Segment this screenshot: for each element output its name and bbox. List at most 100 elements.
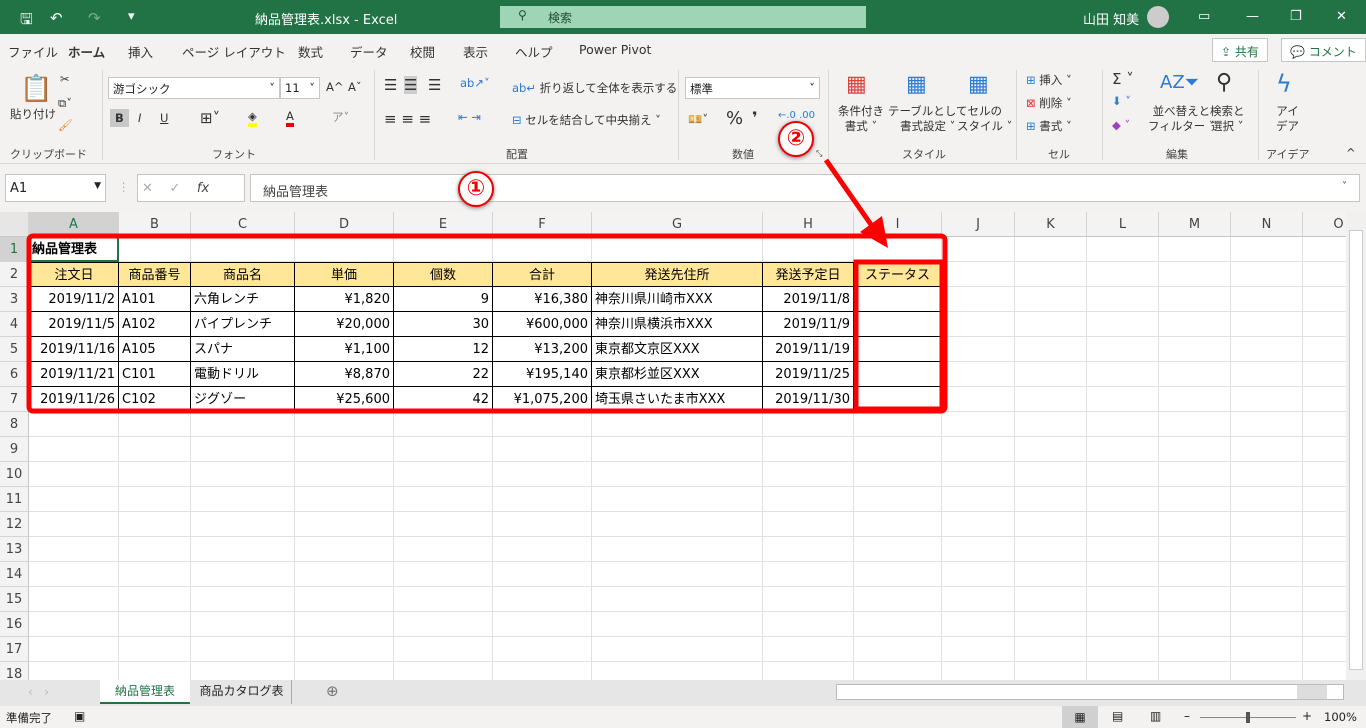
underline-button[interactable]: U xyxy=(160,111,168,125)
header-cell-8[interactable]: 発送予定日 xyxy=(763,262,854,287)
table-cell[interactable]: 神奈川県川崎市XXX xyxy=(592,287,763,312)
clear-icon[interactable]: ◆ ˅ xyxy=(1112,118,1130,132)
header-cell-7[interactable]: 発送先住所 xyxy=(592,262,763,287)
tab-view[interactable]: 表示 xyxy=(463,42,488,61)
table-cell[interactable]: 2019/11/26 xyxy=(29,387,119,412)
table-cell[interactable]: 電動ドリル xyxy=(191,362,295,387)
insert-function-icon[interactable]: fx xyxy=(197,181,209,196)
tab-power-pivot[interactable]: Power Pivot xyxy=(579,42,651,57)
fill-color-icon[interactable]: ◈ xyxy=(248,109,257,127)
header-cell-1[interactable]: 注文日 xyxy=(29,262,119,287)
column-header-H[interactable]: H xyxy=(763,212,854,237)
tab-insert[interactable]: 挿入 xyxy=(128,42,153,61)
column-header-I[interactable]: I xyxy=(854,212,942,237)
column-header-N[interactable]: N xyxy=(1231,212,1303,237)
zoom-slider[interactable] xyxy=(1200,712,1296,723)
table-cell[interactable]: A101 xyxy=(119,287,191,312)
table-cell[interactable]: ジグゾー xyxy=(191,387,295,412)
align-left-icon[interactable]: ≡ ≡ ≡ xyxy=(384,110,431,128)
header-cell-9[interactable]: ステータス xyxy=(854,262,942,287)
bold-button[interactable]: B xyxy=(110,109,129,127)
redo-icon[interactable]: ↷ xyxy=(88,9,101,27)
row-header-1[interactable]: 1 xyxy=(0,237,29,262)
row-header-4[interactable]: 4 xyxy=(0,312,29,337)
normal-view-icon[interactable]: ▦ xyxy=(1062,706,1098,728)
horizontal-scrollbar[interactable] xyxy=(836,684,1344,700)
search-box[interactable]: ⚲ 検索 xyxy=(500,6,866,28)
table-cell[interactable]: ¥600,000 xyxy=(493,312,592,337)
row-header-7[interactable]: 7 xyxy=(0,387,29,412)
table-cell[interactable]: ¥13,200 xyxy=(493,337,592,362)
phonetic-icon[interactable]: ア˅ xyxy=(332,109,349,125)
table-cell[interactable]: ¥1,820 xyxy=(295,287,394,312)
conditional-format-icon[interactable]: ▦ xyxy=(846,72,867,97)
sheet-nav-arrows[interactable]: ‹ › xyxy=(28,685,49,699)
table-cell[interactable]: 9 xyxy=(394,287,493,312)
format-as-table-icon[interactable]: ▦ xyxy=(906,72,927,97)
column-header-G[interactable]: G xyxy=(592,212,763,237)
enter-icon[interactable]: ✓ xyxy=(169,181,180,196)
table-cell[interactable]: 2019/11/2 xyxy=(29,287,119,312)
borders-icon[interactable]: ⊞˅ xyxy=(200,109,220,127)
sort-filter-button[interactable]: 並べ替えと フィルター ˅ xyxy=(1148,104,1215,134)
table-cell[interactable]: 2019/11/16 xyxy=(29,337,119,362)
table-cell[interactable]: 22 xyxy=(394,362,493,387)
font-color-icon[interactable]: A xyxy=(286,109,294,127)
cell-styles-button[interactable]: セルの スタイル ˅ xyxy=(957,104,1012,134)
table-cell[interactable]: ¥20,000 xyxy=(295,312,394,337)
align-bottom-icon[interactable]: ☰ xyxy=(428,76,441,94)
row-header-12[interactable]: 12 xyxy=(0,512,29,537)
row-header-11[interactable]: 11 xyxy=(0,487,29,512)
table-cell[interactable] xyxy=(854,312,942,337)
share-button[interactable]: ⇪ 共有 xyxy=(1212,38,1268,62)
column-header-D[interactable]: D xyxy=(295,212,394,237)
column-header-K[interactable]: K xyxy=(1015,212,1087,237)
row-header-6[interactable]: 6 xyxy=(0,362,29,387)
column-header-O[interactable]: O xyxy=(1303,212,1346,237)
row-header-17[interactable]: 17 xyxy=(0,637,29,662)
table-cell[interactable]: C101 xyxy=(119,362,191,387)
conditional-format-button[interactable]: 条件付き 書式 ˅ xyxy=(838,104,884,134)
ideas-button[interactable]: アイ デア xyxy=(1276,104,1299,134)
formula-input[interactable]: 納品管理表 ˅ xyxy=(250,174,1360,202)
header-cell-5[interactable]: 個数 xyxy=(394,262,493,287)
row-header-8[interactable]: 8 xyxy=(0,412,29,437)
vertical-scrollbar[interactable] xyxy=(1346,212,1366,680)
undo-icon[interactable]: ↶ xyxy=(50,9,63,27)
column-header-A[interactable]: A xyxy=(29,212,119,237)
row-header-18[interactable]: 18 xyxy=(0,662,29,680)
table-cell[interactable]: パイプレンチ xyxy=(191,312,295,337)
cell-styles-icon[interactable]: ▦ xyxy=(968,72,989,97)
header-cell-4[interactable]: 単価 xyxy=(295,262,394,287)
ideas-icon[interactable]: ϟ xyxy=(1276,70,1292,98)
avatar[interactable] xyxy=(1147,6,1169,28)
header-cell-2[interactable]: 商品番号 xyxy=(119,262,191,287)
number-format-select[interactable]: 標準 ˅ xyxy=(685,77,820,99)
table-cell[interactable] xyxy=(854,362,942,387)
close-button[interactable]: ✕ xyxy=(1336,9,1347,24)
column-header-B[interactable]: B xyxy=(119,212,191,237)
table-cell[interactable]: ¥195,140 xyxy=(493,362,592,387)
ribbon-display-icon[interactable]: ▭ xyxy=(1198,9,1210,24)
align-top-icon[interactable]: ☰ xyxy=(384,76,397,94)
insert-cells-button[interactable]: ⊞ 挿入 ˅ xyxy=(1026,72,1072,88)
find-select-button[interactable]: 検索と 選択 ˅ xyxy=(1210,104,1245,134)
table-cell[interactable] xyxy=(854,387,942,412)
orientation-icon[interactable]: ab↗˅ xyxy=(460,76,490,90)
tab-file[interactable]: ファイル xyxy=(8,42,58,61)
cancel-icon[interactable]: ✕ xyxy=(142,181,153,196)
table-cell[interactable]: ¥1,075,200 xyxy=(493,387,592,412)
format-as-table-button[interactable]: テーブルとして 書式設定 ˅ xyxy=(888,104,967,134)
table-cell[interactable]: 東京都杉並区XXX xyxy=(592,362,763,387)
column-header-C[interactable]: C xyxy=(191,212,295,237)
maximize-button[interactable]: ❐ xyxy=(1290,9,1302,24)
table-cell[interactable]: 42 xyxy=(394,387,493,412)
table-cell[interactable]: ¥16,380 xyxy=(493,287,592,312)
table-cell[interactable]: 東京都文京区XXX xyxy=(592,337,763,362)
row-header-9[interactable]: 9 xyxy=(0,437,29,462)
table-cell[interactable]: C102 xyxy=(119,387,191,412)
column-header-J[interactable]: J xyxy=(942,212,1015,237)
fill-icon[interactable]: ⬇ ˅ xyxy=(1112,94,1131,108)
table-cell[interactable]: 埼玉県さいたま市XXX xyxy=(592,387,763,412)
column-header-F[interactable]: F xyxy=(493,212,592,237)
